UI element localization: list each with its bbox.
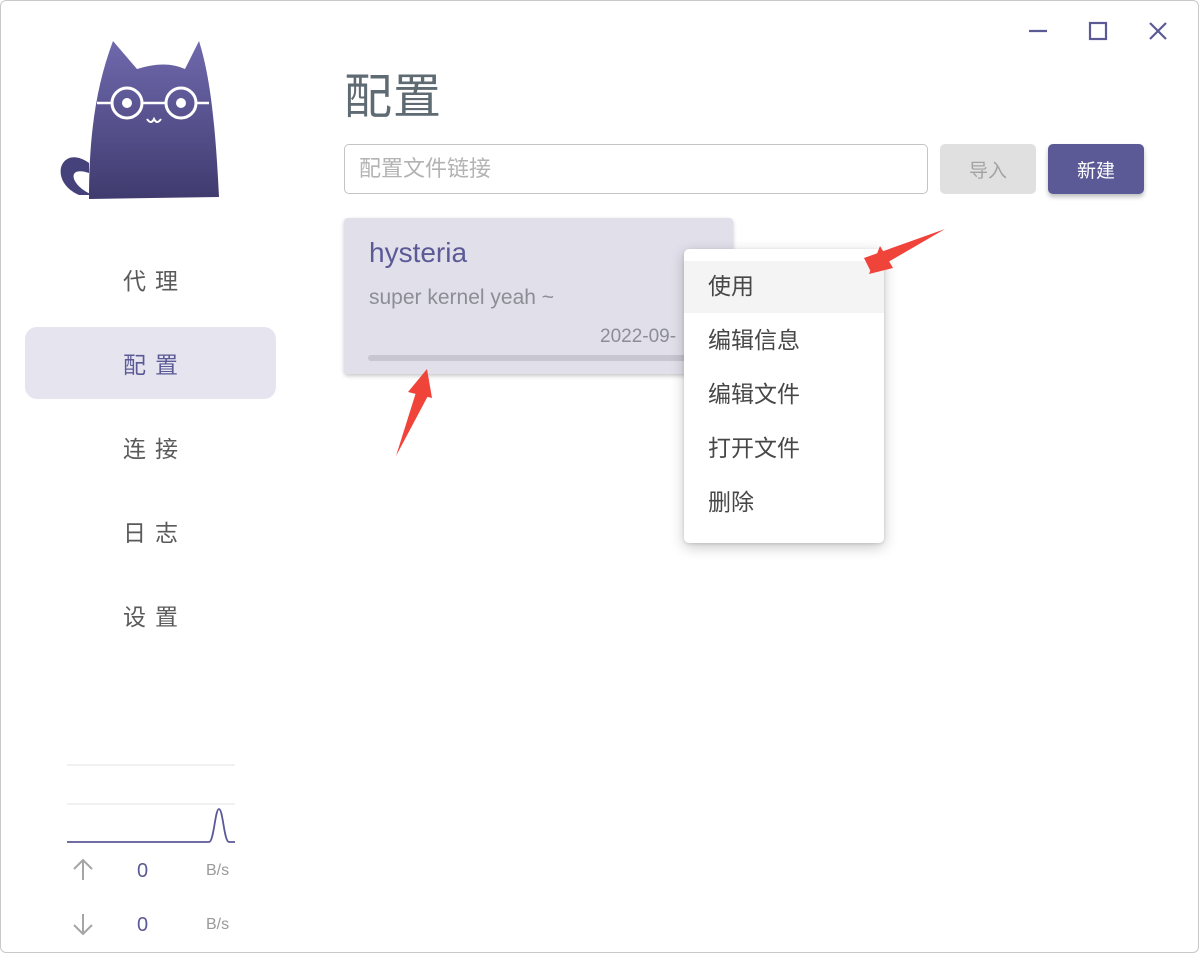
sidebar-item-settings[interactable]: 设置 <box>25 579 276 651</box>
page-title: 配置 <box>344 69 443 125</box>
maximize-icon[interactable] <box>1082 15 1114 47</box>
sidebar-item-connections[interactable]: 连接 <box>25 411 276 483</box>
minimize-icon[interactable] <box>1022 15 1054 47</box>
menu-item-open-file[interactable]: 打开文件 <box>684 423 884 475</box>
menu-item-use[interactable]: 使用 <box>684 261 884 313</box>
arrow-up-icon <box>73 858 93 880</box>
context-menu: 使用 编辑信息 编辑文件 打开文件 删除 <box>684 249 884 543</box>
app-window: 代理 配置 连接 日志 设置 0 B/s 0 B/s 配置 导入 新建 hyst… <box>0 0 1199 953</box>
new-button[interactable]: 新建 <box>1048 144 1144 194</box>
arrow-down-icon <box>73 914 93 936</box>
profile-description: super kernel yeah ~ <box>369 286 555 309</box>
sidebar-item-label: 代理 <box>123 269 187 295</box>
cat-logo-icon <box>53 39 225 205</box>
sidebar-item-label: 连接 <box>123 437 187 463</box>
download-speed-value: 0 <box>137 914 149 936</box>
profile-url-input[interactable] <box>344 144 928 194</box>
sidebar-item-label: 日志 <box>123 521 187 547</box>
sidebar-item-label: 设置 <box>123 605 187 631</box>
menu-item-edit-file[interactable]: 编辑文件 <box>684 369 884 421</box>
import-button[interactable]: 导入 <box>940 144 1036 194</box>
download-speed-unit: B/s <box>206 916 230 933</box>
menu-item-delete[interactable]: 删除 <box>684 477 884 529</box>
download-speed: 0 B/s <box>67 910 235 940</box>
profile-card[interactable]: hysteria super kernel yeah ~ 2022-09- <box>344 218 733 374</box>
upload-speed-unit: B/s <box>206 862 230 879</box>
profile-progress-bar <box>368 355 708 361</box>
sidebar-item-label: 配置 <box>123 353 187 379</box>
traffic-graph <box>67 763 235 845</box>
sidebar-item-logs[interactable]: 日志 <box>25 495 276 567</box>
profile-date: 2022-09- <box>600 326 677 347</box>
close-icon[interactable] <box>1142 15 1174 47</box>
profile-name: hysteria <box>369 237 468 268</box>
menu-item-edit-info[interactable]: 编辑信息 <box>684 315 884 367</box>
sidebar-item-proxy[interactable]: 代理 <box>25 243 276 315</box>
sidebar-item-profiles[interactable]: 配置 <box>25 327 276 399</box>
upload-speed-value: 0 <box>137 860 149 882</box>
upload-speed: 0 B/s <box>67 856 235 886</box>
